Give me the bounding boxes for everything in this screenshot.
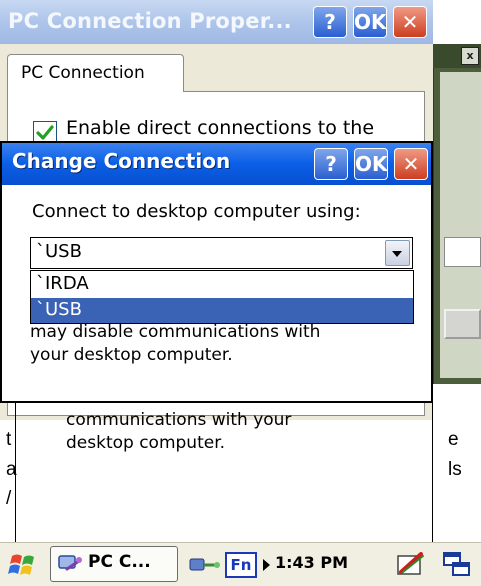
properties-ok-button[interactable]: OK bbox=[353, 6, 387, 38]
play-arrow-icon bbox=[263, 559, 270, 571]
background-window-field bbox=[444, 237, 481, 267]
windows-flag-icon bbox=[8, 554, 34, 575]
tab-pc-connection-label: PC Connection bbox=[21, 63, 145, 83]
warning-line: your desktop computer. bbox=[30, 345, 233, 365]
dialog-help-button[interactable]: ? bbox=[314, 148, 348, 180]
connection-type-select[interactable] bbox=[30, 237, 413, 269]
cascade-windows-icon[interactable] bbox=[442, 551, 472, 579]
dropdown-option-label: `USB bbox=[36, 299, 82, 320]
chevron-down-icon bbox=[392, 251, 402, 257]
change-connection-title: Change Connection bbox=[12, 149, 231, 173]
activesync-icon[interactable] bbox=[395, 550, 429, 580]
connection-type-selected-value: `USB bbox=[36, 241, 82, 262]
pc-connection-icon bbox=[57, 552, 83, 576]
stale-text-fragment: e bbox=[448, 429, 459, 450]
stale-text-fragment: / bbox=[6, 488, 12, 509]
properties-help-button[interactable]: ? bbox=[313, 6, 347, 38]
dropdown-option-usb[interactable] bbox=[31, 298, 413, 323]
start-button[interactable] bbox=[6, 548, 42, 582]
dialog-close-button[interactable]: ✕ bbox=[394, 148, 428, 180]
info-line: communications with your bbox=[66, 410, 292, 430]
warning-line: may disable communications with bbox=[30, 322, 321, 342]
background-window-button bbox=[444, 309, 481, 339]
taskbar-clock[interactable]: 1:43 PM bbox=[275, 553, 348, 572]
stale-text-fragment: t bbox=[6, 429, 12, 450]
stale-window-edge bbox=[432, 400, 433, 542]
stale-text-fragment: a bbox=[6, 459, 17, 480]
info-line: desktop computer. bbox=[66, 433, 226, 453]
properties-window-title: PC Connection Proper... bbox=[8, 9, 292, 33]
connect-using-label: Connect to desktop computer using: bbox=[32, 201, 361, 222]
dialog-warning-text: may disable communications with your des… bbox=[30, 321, 320, 367]
dropdown-option-label: `IRDA bbox=[36, 273, 89, 294]
background-window-close-button[interactable]: x bbox=[461, 47, 479, 65]
fn-key-indicator[interactable]: Fn bbox=[225, 552, 257, 578]
taskbar-button-label: PC C... bbox=[88, 552, 151, 572]
connection-status-icon[interactable] bbox=[188, 551, 222, 579]
enable-direct-connections-label: Enable direct connections to the bbox=[66, 117, 375, 139]
properties-close-button[interactable]: ✕ bbox=[393, 6, 427, 38]
dialog-ok-button[interactable]: OK bbox=[354, 148, 388, 180]
stale-text-fragment: ls bbox=[448, 459, 462, 480]
properties-info-text: communications with your desktop compute… bbox=[66, 409, 291, 455]
